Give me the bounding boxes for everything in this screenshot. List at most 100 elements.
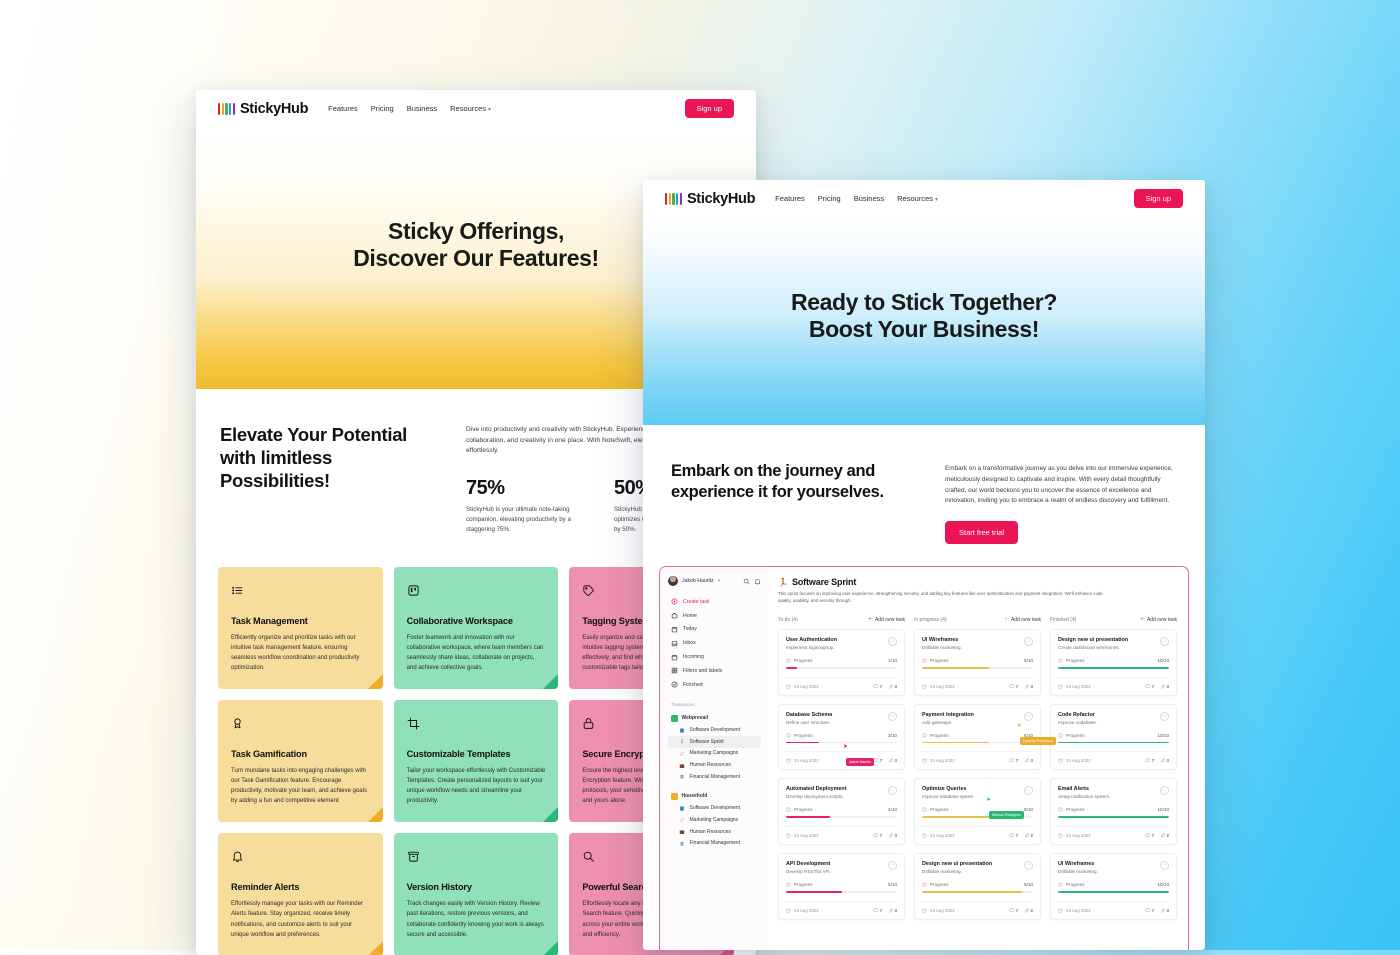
more-options-icon[interactable]: ⋯ <box>1160 637 1169 647</box>
task-card[interactable]: Automated Deployment Develop deployment s… <box>778 778 905 845</box>
project-description: This sprint focuses on improving user ex… <box>778 591 1103 603</box>
more-options-icon[interactable]: ⋯ <box>1160 786 1169 796</box>
progress-count: 10/10 <box>1157 881 1170 887</box>
sidebar-nav: Create task Home Today Inbox Incoming Filters… <box>668 595 761 691</box>
column-header: To do (4) + Add new task <box>778 616 905 624</box>
plus-icon: + <box>1004 615 1008 623</box>
start-free-trial-button[interactable]: Start free trial <box>945 521 1019 544</box>
task-card[interactable]: UI Wireframes Dribbble marketing. ⋯ Progres… <box>1050 852 1177 920</box>
feature-card-title: Customizable Templates <box>406 749 511 760</box>
task-card[interactable]: Optimize Queries Improve database speed. ⋯… <box>914 778 1041 845</box>
nav-link-pricing[interactable]: Pricing <box>371 104 394 113</box>
nav-link-business[interactable]: Business <box>407 104 437 113</box>
sidebar-item-inbox[interactable]: Inbox <box>668 636 761 650</box>
task-date: 24 Aug 2022 <box>1066 683 1091 689</box>
sidebar-item-create-task[interactable]: Create task <box>668 595 761 609</box>
more-options-icon[interactable]: ⋯ <box>1024 637 1033 647</box>
sidebar-item-home[interactable]: Home <box>668 609 761 623</box>
task-card[interactable]: Database Schema Define user structure. ⋯ Pr… <box>778 703 905 771</box>
more-options-icon[interactable]: ⋯ <box>1024 860 1033 870</box>
progress-bar <box>922 816 1033 818</box>
task-card[interactable]: Code Refactor Improve codebase. ⋯ Progress 1… <box>1050 703 1177 771</box>
project-emoji-icon: 💼 <box>679 829 685 834</box>
column-title: Finished (4) <box>1050 616 1077 623</box>
nav-link-pricing[interactable]: Pricing <box>818 194 841 203</box>
task-card[interactable]: Design new ui presentation Create dashboa… <box>1050 629 1177 696</box>
brand-logo[interactable]: StickyHub <box>665 191 755 207</box>
add-new-task-button[interactable]: + Add new task <box>1140 616 1177 624</box>
workspace-project-label: Software Sprint <box>689 738 724 745</box>
workspace-project-item[interactable]: 📘 Software Development <box>668 724 761 736</box>
calendar-icon <box>922 908 927 912</box>
check-circle-icon <box>671 681 678 688</box>
more-options-icon[interactable]: ⋯ <box>888 786 897 796</box>
nav-link-features[interactable]: Features <box>775 194 805 203</box>
hero-left: Sticky Offerings, Discover Our Features! <box>353 218 599 272</box>
comment-count-value: 7 <box>879 683 883 689</box>
project-emoji-icon: 🏦 <box>679 840 685 846</box>
more-options-icon[interactable]: ⋯ <box>1160 711 1169 721</box>
nav-link-resources-label: Resources <box>897 194 933 203</box>
sidebar-item-finished[interactable]: Finished <box>668 678 761 692</box>
add-new-task-button[interactable]: + Add new task <box>1004 615 1041 624</box>
list-icon <box>231 581 370 600</box>
search-icon[interactable] <box>743 578 750 585</box>
workspace-project-item[interactable]: 🏃 Software Sprint <box>668 735 761 748</box>
workspace-project-item[interactable]: 📈 Marketing Campaigns <box>668 814 761 826</box>
bell-icon[interactable] <box>754 578 761 585</box>
task-title: Optimize Queries <box>922 786 967 793</box>
nav-links-right: Features Pricing Business Resources ▾ <box>775 194 938 203</box>
task-date: 24 Aug 2022 <box>794 832 819 838</box>
nav-link-business[interactable]: Business <box>854 194 884 203</box>
signup-button[interactable]: Sign up <box>684 99 734 118</box>
cta-hero-line1: Ready to Stick Together? <box>790 288 1058 315</box>
task-card[interactable]: Email Alerts Setup notification system. ⋯ P… <box>1050 778 1177 845</box>
task-card[interactable]: User Authentication Implement login/signu… <box>778 629 905 696</box>
more-options-icon[interactable]: ⋯ <box>888 711 897 721</box>
nav-link-resources[interactable]: Resources ▾ <box>897 194 938 203</box>
more-options-icon[interactable]: ⋯ <box>888 637 897 647</box>
cta-hero-line2: Boost Your Business! <box>808 316 1040 342</box>
task-card[interactable]: Design new ui presentation Dribbble marke… <box>914 852 1041 920</box>
project-emoji-icon: 🏃 <box>778 577 788 587</box>
feature-card-description: Turn mundane tasks into engaging challen… <box>231 768 367 805</box>
comment-count-value: 7 <box>1015 758 1019 764</box>
more-options-icon[interactable]: ⋯ <box>1160 860 1169 870</box>
sidebar-item-filters-and-labels[interactable]: Filters and labels <box>668 664 761 678</box>
user-menu[interactable]: Jakob Hauritz ▾ <box>668 576 761 586</box>
feature-card: Task Gamification Turn mundane tasks into… <box>218 700 383 823</box>
add-new-task-label: Add new task <box>1010 616 1041 623</box>
kanban-board: To do (4) + Add new task User Authenticatio… <box>778 615 1177 928</box>
nav-link-features[interactable]: Features <box>328 104 358 113</box>
more-options-icon[interactable]: ⋯ <box>1024 711 1033 721</box>
add-new-task-button[interactable]: + Add new task <box>868 616 905 624</box>
progress-icon <box>922 658 927 663</box>
workspace-project-item[interactable]: 💼 Human Resources <box>668 759 761 771</box>
task-card[interactable]: API Development Develop RESTful API. ⋯ Prog… <box>778 852 905 920</box>
comment-count: 7 <box>1145 758 1154 763</box>
progress-icon <box>1058 658 1063 663</box>
workspace-project-item[interactable]: 📈 Marketing Campaigns <box>668 748 761 760</box>
workspace-project-item[interactable]: 💼 Human Resources <box>668 826 761 838</box>
task-subtitle: Dribbble marketing. <box>922 645 962 651</box>
task-card[interactable]: Payment Integration Add gateways. ⋯ Progres… <box>914 703 1041 771</box>
task-date: 24 Aug 2022 <box>794 758 819 764</box>
workspace-project-item[interactable]: 🏦 Financial Management <box>668 771 761 783</box>
calendar-icon <box>786 684 791 689</box>
sidebar-item-incoming[interactable]: Incoming <box>668 650 761 664</box>
nav-link-resources[interactable]: Resources ▾ <box>450 104 491 113</box>
brand-logo[interactable]: StickyHub <box>218 101 308 117</box>
more-options-icon[interactable]: ⋯ <box>1024 786 1033 796</box>
comment-count: 7 <box>1009 758 1018 763</box>
workspace-group[interactable]: Webprevail <box>668 712 761 724</box>
workspace-project-item[interactable]: 🏦 Financial Management <box>668 837 761 849</box>
workspace-project-item[interactable]: 📘 Software Development <box>668 802 761 814</box>
more-options-icon[interactable]: ⋯ <box>888 860 897 870</box>
workspace-group[interactable]: Household <box>668 791 761 803</box>
signup-button[interactable]: Sign up <box>1133 189 1183 208</box>
sidebar-item-today[interactable]: Today <box>668 623 761 637</box>
progress-count: 3/10 <box>888 732 897 738</box>
task-card[interactable]: UI Wireframes Dribbble marketing. ⋯ Progres… <box>914 629 1041 696</box>
progress-bar <box>786 741 897 744</box>
attachment-count: 3 <box>888 684 897 689</box>
